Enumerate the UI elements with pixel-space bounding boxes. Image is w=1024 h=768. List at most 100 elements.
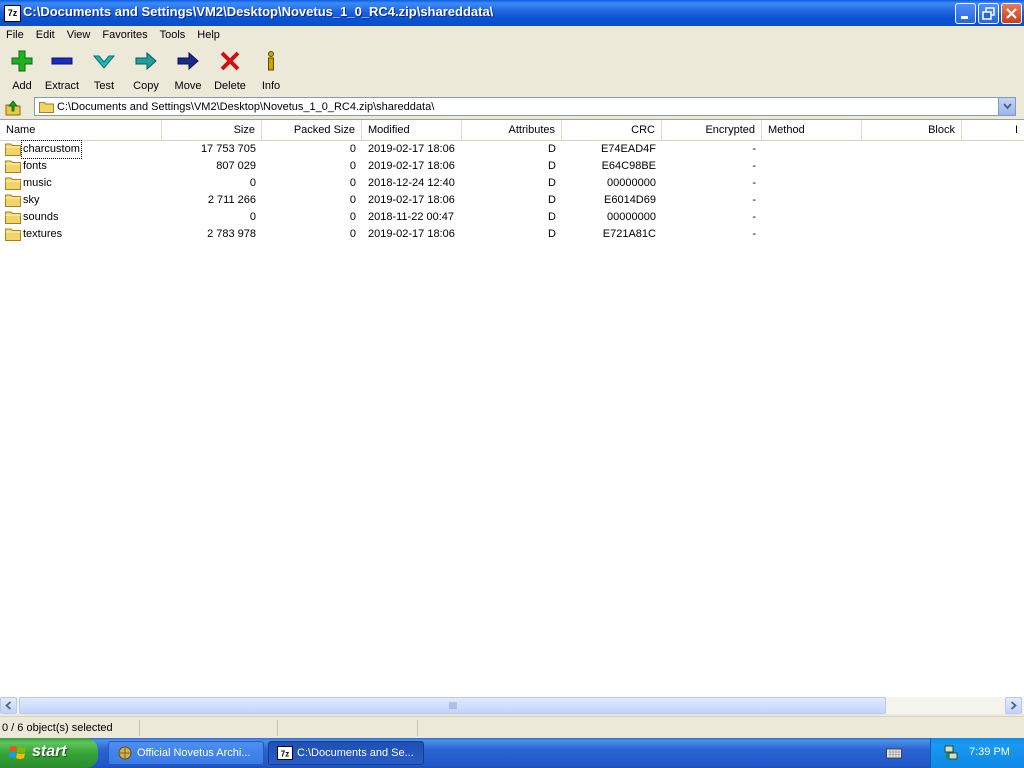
- file-list[interactable]: Name Size Packed Size Modified Attribute…: [0, 119, 1024, 698]
- file-name: textures: [23, 228, 63, 240]
- delete-icon: [220, 51, 240, 71]
- restore-icon: [982, 7, 995, 20]
- menu-help[interactable]: Help: [191, 26, 226, 44]
- menu-edit[interactable]: Edit: [30, 26, 61, 44]
- delete-button[interactable]: Delete: [208, 50, 252, 92]
- folder-icon: [5, 194, 21, 207]
- extract-button[interactable]: Extract: [40, 50, 84, 92]
- start-button[interactable]: start: [0, 738, 98, 768]
- table-row[interactable]: charcustom 17 753 705 0 2019-02-17 18:06 D E7…: [0, 140, 1024, 159]
- test-button[interactable]: Test: [82, 50, 126, 92]
- name-cell[interactable]: music: [0, 175, 162, 192]
- attributes-cell: D: [548, 143, 556, 155]
- title-bar[interactable]: 7z C:\Documents and Settings\VM2\Desktop…: [0, 0, 1024, 26]
- taskbar-item-7zip-window[interactable]: 7z C:\Documents and Se...: [268, 741, 424, 765]
- extract-icon: [51, 57, 73, 65]
- horizontal-scrollbar[interactable]: [0, 697, 1024, 714]
- svg-text:7z: 7z: [281, 750, 289, 759]
- move-button[interactable]: Move: [166, 50, 210, 92]
- browser-icon: [118, 746, 132, 760]
- table-row[interactable]: textures 2 783 978 0 2019-02-17 18:06 D E721A…: [0, 226, 1024, 243]
- 7zip-app-icon[interactable]: 7z: [4, 5, 21, 22]
- column-method[interactable]: Method: [762, 120, 862, 140]
- network-icon[interactable]: [943, 745, 959, 761]
- delete-label: Delete: [214, 80, 246, 92]
- grip-icon: [449, 702, 456, 709]
- menu-bar: File Edit View Favorites Tools Help: [0, 26, 1024, 44]
- chevron-down-icon: [1002, 103, 1012, 110]
- copy-label: Copy: [133, 80, 159, 92]
- menu-file[interactable]: File: [0, 26, 30, 44]
- menu-favorites[interactable]: Favorites: [96, 26, 153, 44]
- column-modified[interactable]: Modified: [362, 120, 462, 140]
- table-row[interactable]: fonts 807 029 0 2019-02-17 18:06 D E64C98BE -: [0, 158, 1024, 175]
- selection-status: 0 / 6 object(s) selected: [0, 720, 140, 736]
- add-icon: [11, 50, 33, 72]
- modified-cell: 2019-02-17 18:06: [368, 160, 455, 172]
- close-button[interactable]: [1001, 3, 1022, 24]
- clock[interactable]: 7:39 PM: [969, 746, 1010, 758]
- table-row[interactable]: music 0 0 2018-12-24 12:40 D 00000000 -: [0, 175, 1024, 192]
- modified-cell: 2019-02-17 18:06: [368, 194, 455, 206]
- keyboard-icon[interactable]: [886, 746, 902, 760]
- crc-cell: E721A81C: [602, 228, 656, 240]
- move-label: Move: [174, 80, 202, 92]
- add-label: Add: [12, 80, 32, 92]
- address-path: C:\Documents and Settings\VM2\Desktop\No…: [57, 101, 435, 113]
- folder-up-icon[interactable]: [4, 98, 22, 116]
- name-cell[interactable]: charcustom: [0, 140, 162, 159]
- modified-cell: 2019-02-17 18:06: [368, 228, 455, 240]
- info-button[interactable]: Info: [249, 50, 293, 92]
- column-extra[interactable]: I: [962, 120, 1024, 140]
- column-packed-size[interactable]: Packed Size: [262, 120, 362, 140]
- packed-size-cell: 0: [349, 194, 356, 206]
- toolbar: Add Extract Test Copy Move Delete Info: [0, 46, 1024, 94]
- column-encrypted[interactable]: Encrypted: [662, 120, 762, 140]
- address-bar: C:\Documents and Settings\VM2\Desktop\No…: [0, 96, 1024, 118]
- name-cell[interactable]: sky: [0, 192, 162, 209]
- file-name: music: [23, 177, 52, 189]
- table-row[interactable]: sounds 0 0 2018-11-22 00:47 D 00000000 -: [0, 209, 1024, 226]
- menu-view[interactable]: View: [61, 26, 97, 44]
- column-size[interactable]: Size: [162, 120, 262, 140]
- crc-cell: E74EAD4F: [600, 143, 656, 155]
- modified-cell: 2019-02-17 18:06: [368, 143, 455, 155]
- name-cell[interactable]: textures: [0, 226, 162, 243]
- scroll-thumb[interactable]: [19, 697, 886, 714]
- taskbar-item-novetus-archive[interactable]: Official Novetus Archi...: [108, 741, 264, 765]
- column-name[interactable]: Name: [0, 120, 162, 140]
- column-block[interactable]: Block: [862, 120, 962, 140]
- windows-logo-icon: [9, 746, 26, 759]
- copy-button[interactable]: Copy: [124, 50, 168, 92]
- copy-icon: [135, 51, 157, 71]
- maximize-button[interactable]: [978, 3, 999, 24]
- minimize-button[interactable]: [955, 3, 976, 24]
- column-crc[interactable]: CRC: [562, 120, 662, 140]
- arrow-left-icon: [5, 701, 12, 710]
- size-cell: 2 783 978: [207, 228, 256, 240]
- size-cell: 807 029: [216, 160, 256, 172]
- encrypted-cell: -: [752, 194, 756, 206]
- system-tray: 7:39 PM: [930, 738, 1024, 768]
- info-label: Info: [261, 80, 281, 92]
- add-button[interactable]: Add: [0, 50, 44, 92]
- address-dropdown-button[interactable]: [998, 98, 1015, 115]
- file-name: sounds: [23, 211, 59, 223]
- file-name: charcustom: [21, 140, 82, 159]
- close-icon: [1006, 8, 1017, 19]
- crc-cell: E6014D69: [604, 194, 656, 206]
- minimize-icon: [961, 16, 968, 19]
- attributes-cell: D: [548, 211, 556, 223]
- table-row[interactable]: sky 2 711 266 0 2019-02-17 18:06 D E6014D69 -: [0, 192, 1024, 209]
- address-field[interactable]: C:\Documents and Settings\VM2\Desktop\No…: [34, 97, 1016, 116]
- name-cell[interactable]: fonts: [0, 158, 162, 175]
- scroll-right-button[interactable]: [1005, 697, 1022, 714]
- name-cell[interactable]: sounds: [0, 209, 162, 226]
- scroll-left-button[interactable]: [0, 697, 17, 714]
- menu-tools[interactable]: Tools: [154, 26, 192, 44]
- column-attributes[interactable]: Attributes: [462, 120, 562, 140]
- task-label: C:\Documents and Se...: [297, 747, 414, 759]
- modified-cell: 2018-11-22 00:47: [368, 211, 455, 223]
- crc-cell: 00000000: [607, 177, 656, 189]
- encrypted-cell: -: [752, 211, 756, 223]
